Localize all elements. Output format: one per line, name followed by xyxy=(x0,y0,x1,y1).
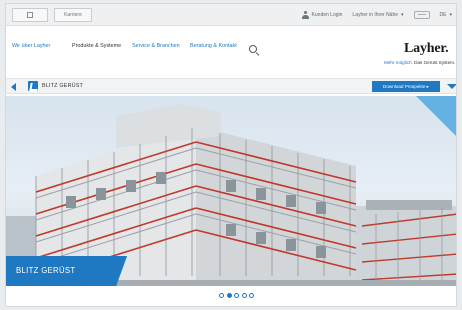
browser-page: Karriere Kunden Login Layher in Ihrer Nä… xyxy=(5,3,457,307)
nav-item-products[interactable]: Produkte & Systeme xyxy=(72,43,122,50)
utility-bar: Karriere Kunden Login Layher in Ihrer Nä… xyxy=(6,4,456,26)
hero-corner-accent xyxy=(416,96,456,138)
pager-dot[interactable] xyxy=(219,293,224,298)
career-tab-label: Karriere xyxy=(64,12,82,18)
tagline: Mehr möglich. Das Gerüst System. xyxy=(384,60,455,65)
utility-tabs: Karriere xyxy=(12,8,92,22)
slider-pager xyxy=(219,293,254,298)
nav-item-about[interactable]: Wir über Layher xyxy=(12,43,62,50)
pager-dot[interactable] xyxy=(226,293,232,298)
language-label: DE xyxy=(439,12,447,18)
download-brochure-button[interactable]: Download Prospekte ▸ xyxy=(372,81,440,92)
country-label: Layher in Ihrer Nähe xyxy=(352,12,399,18)
language-selector[interactable]: DE ▾ xyxy=(440,12,452,18)
expand-arrow-icon[interactable] xyxy=(447,84,456,89)
login-link[interactable]: Kunden Login xyxy=(301,11,343,19)
pager-dot[interactable] xyxy=(234,293,239,298)
country-selector[interactable]: Layher in Ihrer Nähe ▾ xyxy=(352,12,403,18)
layher-logo[interactable]: Layher. xyxy=(404,41,449,57)
chevron-down-icon: ▾ xyxy=(401,12,404,18)
pager-dot[interactable] xyxy=(249,293,254,298)
tagline-dark: Das Gerüst System. xyxy=(414,60,456,65)
login-label: Kunden Login xyxy=(311,12,343,18)
hero-caption: BLITZ GERÜST xyxy=(16,266,76,275)
search-icon[interactable] xyxy=(249,45,257,53)
utility-actions: Kunden Login Layher in Ihrer Nähe ▾ DE ▾ xyxy=(301,9,452,21)
career-tab[interactable]: Karriere xyxy=(54,8,92,22)
world-map-icon[interactable] xyxy=(413,11,430,19)
pager-dot[interactable] xyxy=(241,293,247,298)
person-icon xyxy=(301,11,309,19)
chevron-down-icon: ▾ xyxy=(449,12,452,18)
hero-banner: BLITZ GERÜST xyxy=(6,96,456,286)
back-arrow-icon[interactable] xyxy=(11,83,16,91)
nav-item-service[interactable]: Service & Branchen xyxy=(132,43,182,50)
breadcrumb-label: BLITZ GERÜST xyxy=(42,83,84,89)
tagline-blue: Mehr möglich. xyxy=(384,60,413,65)
blitz-system-icon xyxy=(28,81,38,91)
apps-tab[interactable] xyxy=(12,8,48,22)
main-nav: Wir über Layher Produkte & Systeme Servi… xyxy=(6,26,456,74)
nav-item-contact[interactable]: Beratung & Kontakt xyxy=(190,43,240,50)
grid-icon xyxy=(27,12,33,18)
breadcrumb: BLITZ GERÜST Download Prospekte ▸ xyxy=(6,78,456,94)
